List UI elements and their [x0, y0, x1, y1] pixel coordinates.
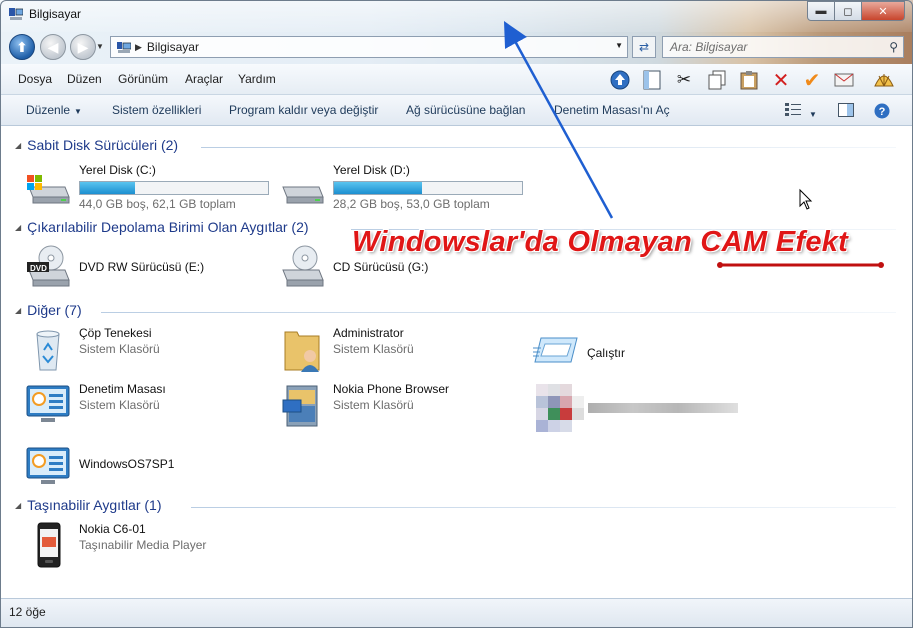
mouse-cursor-icon — [799, 188, 813, 210]
annotation-overlay — [503, 21, 884, 268]
annotation-dot-right — [878, 262, 884, 268]
annotation-dot-left — [717, 262, 723, 268]
annotation-text: Windowslar'da Olmayan CAM Efekt — [352, 226, 849, 258]
annotation-arrow — [503, 21, 614, 219]
